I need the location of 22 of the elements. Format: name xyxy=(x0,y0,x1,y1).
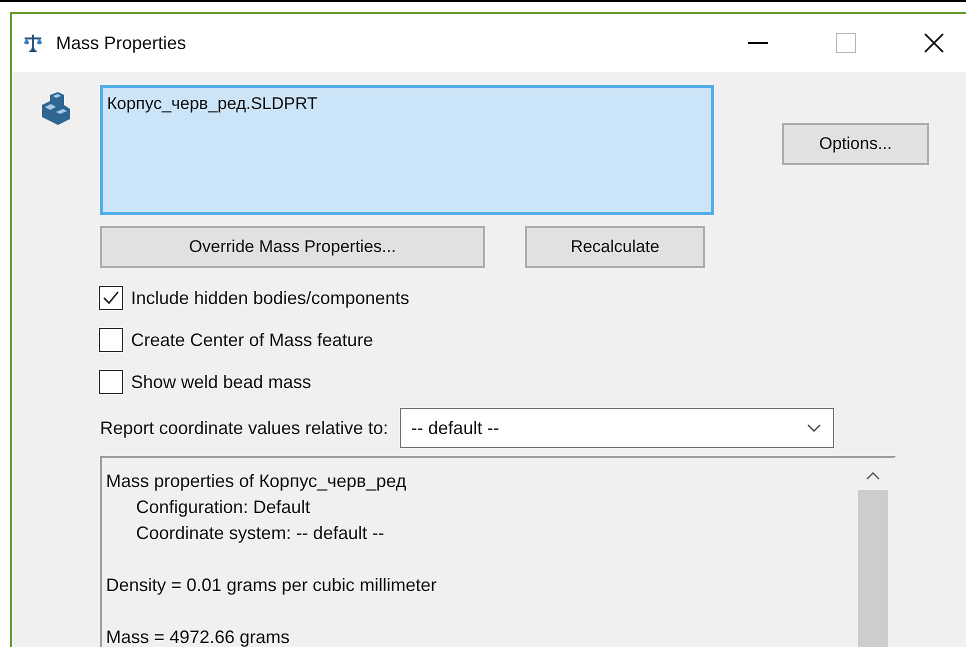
checkbox-label[interactable]: Create Center of Mass feature xyxy=(131,330,374,350)
coordinate-dropdown[interactable]: -- default -- xyxy=(400,408,834,448)
checkbox-label[interactable]: Show weld bead mass xyxy=(131,372,312,392)
checkbox-label[interactable]: Include hidden bodies/components xyxy=(131,288,410,308)
report-line: Configuration: Default xyxy=(135,496,312,519)
report-line: Density = 0.01 grams per cubic millimeter xyxy=(106,574,438,597)
close-icon[interactable] xyxy=(924,33,944,53)
scrollbar-thumb[interactable] xyxy=(858,490,888,647)
report-line: Mass = 4972.66 grams xyxy=(106,626,291,647)
report-line: Mass properties of Корпус_черв_ред xyxy=(106,470,408,493)
scroll-up-icon[interactable] xyxy=(866,472,880,480)
checkbox[interactable] xyxy=(99,370,123,394)
coordinate-label: Report coordinate values relative to: xyxy=(100,418,388,438)
checkbox[interactable] xyxy=(99,328,123,352)
report-line: Coordinate system: -- default -- xyxy=(135,522,386,545)
window-title: Mass Properties xyxy=(56,32,186,54)
override-mass-properties-button[interactable]: Override Mass Properties... xyxy=(100,226,485,268)
chevron-down-icon xyxy=(807,424,822,432)
recalculate-button[interactable]: Recalculate xyxy=(525,226,705,268)
scales-icon xyxy=(22,32,44,54)
checkbox[interactable] xyxy=(99,286,123,310)
options-button[interactable]: Options... xyxy=(782,123,929,165)
